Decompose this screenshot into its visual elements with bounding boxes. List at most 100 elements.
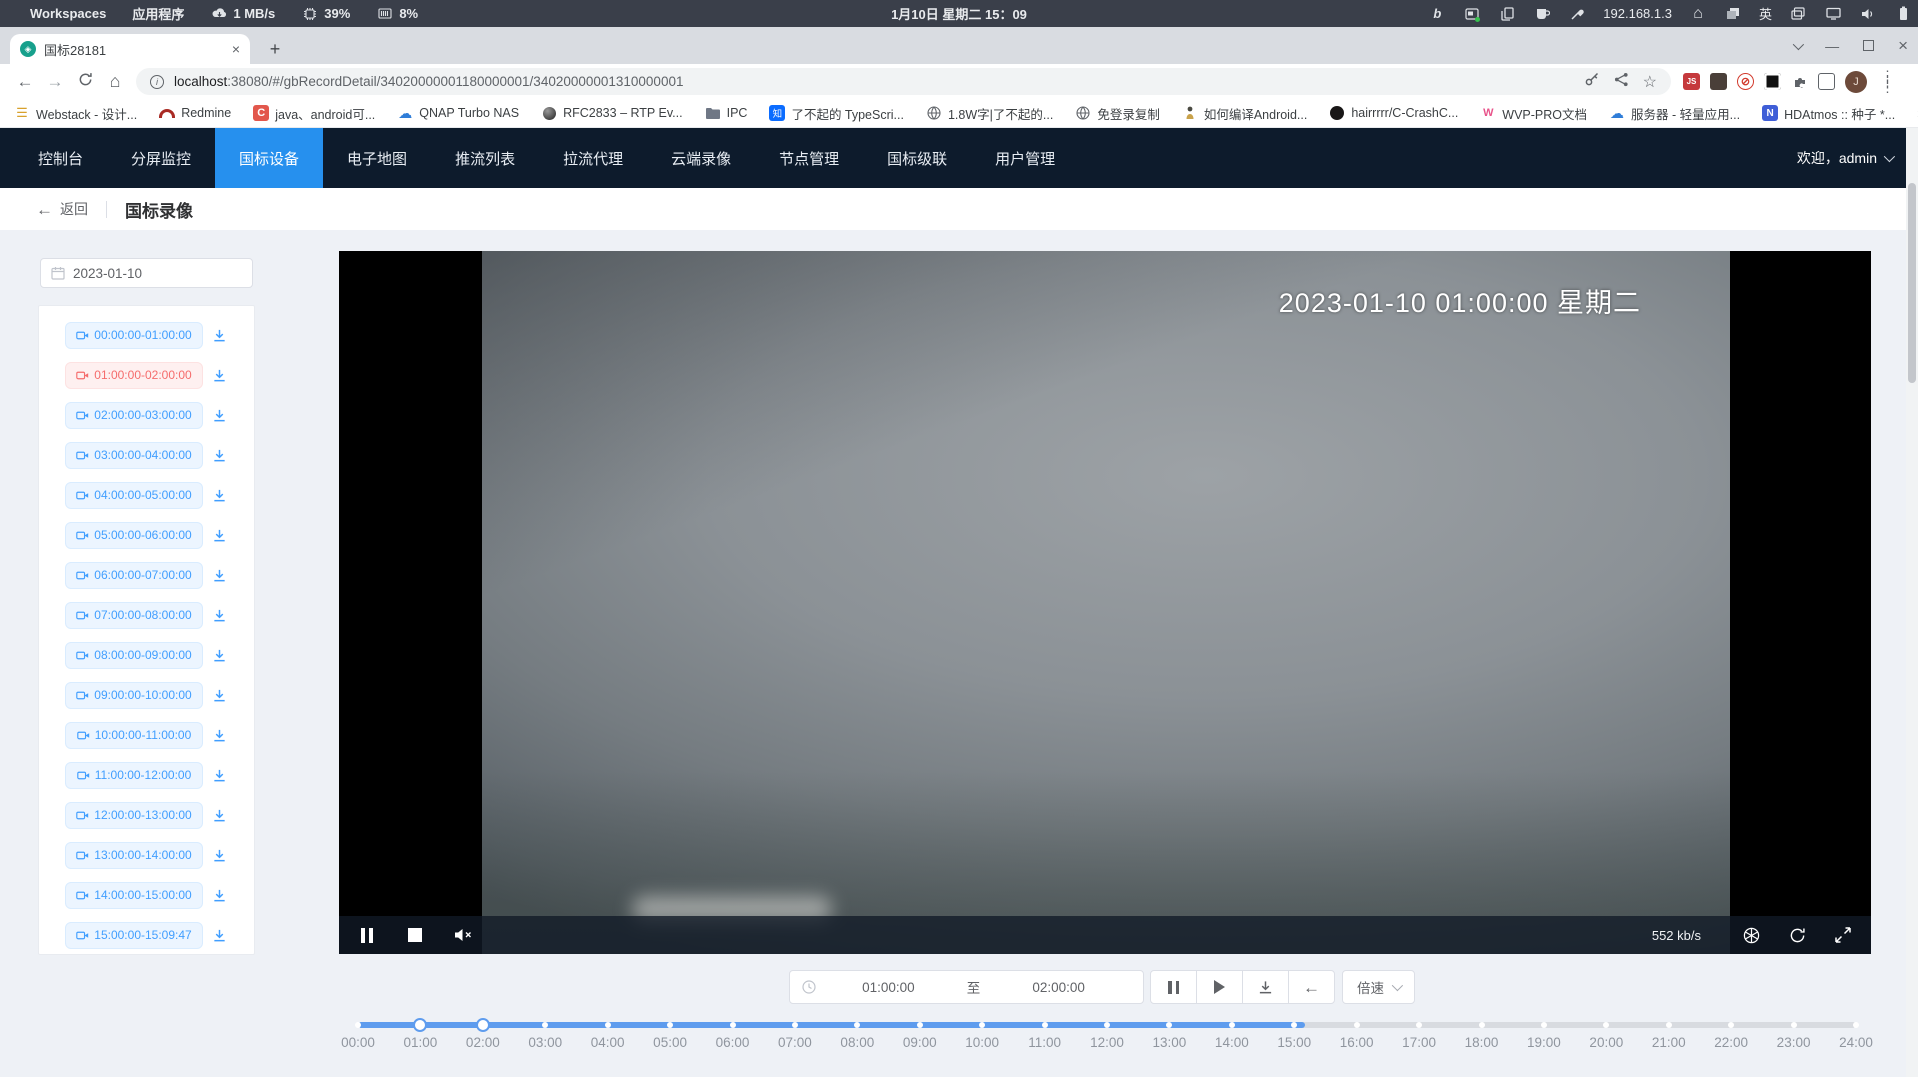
memory-usage-indicator[interactable]: 8% [376,5,418,23]
nav-item-cloud-record[interactable]: 云端录像 [647,128,755,188]
tab-close-icon[interactable]: × [232,41,240,57]
segment-button[interactable]: 00:00:00-01:00:00 [65,322,203,349]
page-scrollbar[interactable] [1906,128,1918,1077]
profile-avatar[interactable]: J [1845,71,1867,93]
segment-button[interactable]: 14:00:00-15:00:00 [65,882,203,909]
segment-button[interactable]: 04:00:00-05:00:00 [65,482,203,509]
segment-download-button[interactable] [207,323,231,347]
player-pause-button[interactable] [357,925,377,945]
nav-item-push-list[interactable]: 推流列表 [431,128,539,188]
video-player[interactable]: 2023-01-10 01:00:00 星期二 552 kb/s [339,251,1871,954]
segment-button[interactable]: 03:00:00-04:00:00 [65,442,203,469]
segment-download-button[interactable] [207,643,231,667]
windows-layers-icon[interactable] [1724,5,1742,23]
segment-button[interactable]: 13:00:00-14:00:00 [65,842,203,869]
segment-download-button[interactable] [207,683,231,707]
password-key-icon[interactable] [1584,71,1600,92]
bookmark-item[interactable]: 知了不起的 TypeScri... [769,104,904,123]
extension-frame-icon[interactable] [1764,73,1781,90]
extension-case-icon[interactable] [1710,73,1727,90]
user-menu[interactable]: 欢迎，admin [1797,128,1918,188]
bookmark-item[interactable]: 免登录复制 [1075,104,1160,123]
cpu-usage-indicator[interactable]: 39% [301,5,350,23]
segment-download-button[interactable] [207,523,231,547]
date-input[interactable] [73,266,213,281]
timeline-track[interactable] [358,1022,1856,1028]
fullscreen-icon[interactable] [1833,925,1853,945]
volume-icon[interactable] [1859,5,1877,23]
segment-download-button[interactable] [207,723,231,747]
home-icon[interactable]: ⌂ [1689,5,1707,23]
window-minimize-button[interactable]: — [1825,38,1839,54]
nav-item-gb-devices[interactable]: 国标设备 [215,128,323,188]
segment-button[interactable]: 09:00:00-10:00:00 [65,682,203,709]
extensions-puzzle-icon[interactable] [1791,73,1808,90]
segment-button[interactable]: 06:00:00-07:00:00 [65,562,203,589]
taskbar-clock[interactable]: 1月10日 星期二 15：09 [891,4,1027,23]
bookmark-item[interactable]: ☰Webstack - 设计... [14,104,137,123]
nav-item-e-map[interactable]: 电子地图 [323,128,431,188]
back-icon[interactable]: ← [10,72,40,92]
scrollbar-thumb[interactable] [1908,183,1916,383]
clipboard-icon[interactable] [1498,5,1516,23]
applications-button[interactable]: 应用程序 [132,4,184,23]
input-language-indicator[interactable]: 英 [1759,4,1772,23]
bookmark-item[interactable]: NHDAtmos :: 种子 *... [1762,104,1895,123]
site-info-icon[interactable]: i [150,75,164,89]
window-menu-chevron-icon[interactable] [1793,38,1804,49]
segment-download-button[interactable] [207,923,231,947]
workspaces-button[interactable]: Workspaces [30,6,106,21]
snapshot-aperture-icon[interactable] [1741,925,1761,945]
app-indicator-icon[interactable]: b [1428,5,1446,23]
new-tab-button[interactable]: + [262,36,288,62]
color-picker-icon[interactable] [1568,5,1586,23]
segment-download-button[interactable] [207,883,231,907]
bookmark-item[interactable]: Cjava、android可... [253,104,375,123]
reload-icon[interactable] [70,72,100,92]
nav-item-console[interactable]: 控制台 [14,128,107,188]
nav-item-split-screen[interactable]: 分屏监控 [107,128,215,188]
download-button[interactable] [1242,970,1289,1004]
pause-button[interactable] [1150,970,1197,1004]
seek-back-button[interactable]: ← [1288,970,1335,1004]
segment-button[interactable]: 02:00:00-03:00:00 [65,402,203,429]
extension-adblock-icon[interactable]: ⊘ [1737,73,1754,90]
segment-button[interactable]: 08:00:00-09:00:00 [65,642,203,669]
bookmark-item[interactable]: Redmine [159,105,231,121]
segment-download-button[interactable] [207,843,231,867]
segment-download-button[interactable] [207,483,231,507]
player-mute-icon[interactable] [453,925,473,945]
bookmark-item[interactable]: 如何编译Android... [1182,104,1308,123]
nav-item-pull-proxy[interactable]: 拉流代理 [539,128,647,188]
network-speed-indicator[interactable]: 1 MB/s [210,5,275,23]
share-icon[interactable] [1614,72,1629,92]
segment-download-button[interactable] [207,803,231,827]
ip-address[interactable]: 192.168.1.3 [1603,6,1672,21]
segment-download-button[interactable] [207,603,231,627]
browser-menu-icon[interactable]: ⋮⋮⋮ [1877,73,1904,91]
display-icon[interactable] [1824,5,1842,23]
window-close-button[interactable]: × [1898,36,1908,56]
timeline-handle[interactable] [476,1018,490,1032]
browser-home-icon[interactable]: ⌂ [100,71,130,92]
end-time-input[interactable] [986,980,1131,995]
segment-download-button[interactable] [207,763,231,787]
extension-js-icon[interactable]: JS [1683,73,1700,90]
bookmark-item[interactable]: IPC [705,105,748,121]
segment-button[interactable]: 10:00:00-11:00:00 [65,722,203,749]
extension-panel-icon[interactable] [1818,73,1835,90]
bookmark-item[interactable]: ☁服务器 - 轻量应用... [1609,104,1740,123]
segment-download-button[interactable] [207,403,231,427]
timeline-handle[interactable] [413,1018,427,1032]
browser-tab[interactable]: ◈ 国标28181 × [10,34,250,64]
nav-item-user-manage[interactable]: 用户管理 [971,128,1079,188]
segment-button[interactable]: 12:00:00-13:00:00 [65,802,203,829]
start-time-input[interactable] [816,980,961,995]
segment-button[interactable]: 01:00:00-02:00:00 [65,362,203,389]
bookmark-item[interactable]: 1.8W字|了不起的... [926,104,1053,123]
bookmark-item[interactable]: hairrrrr/C-CrashC... [1329,105,1458,121]
forward-icon[interactable]: → [40,72,70,92]
date-picker[interactable] [40,258,253,288]
speed-dropdown[interactable]: 倍速 [1342,970,1415,1004]
segment-button[interactable]: 11:00:00-12:00:00 [65,762,203,789]
